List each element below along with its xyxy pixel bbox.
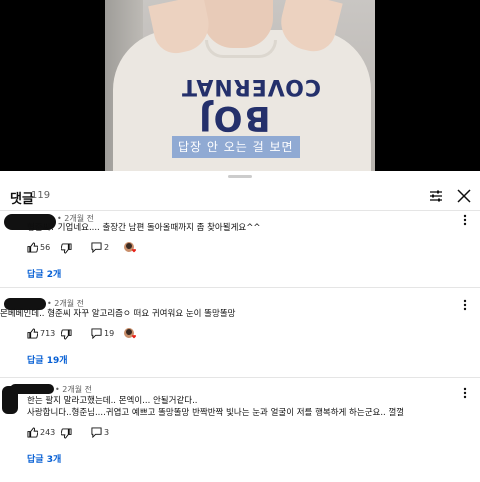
view-replies-button[interactable]: 답글 3개	[27, 452, 61, 465]
dislike-icon[interactable]	[61, 426, 72, 440]
more-options-icon[interactable]	[462, 298, 468, 312]
like-count: 56	[40, 243, 51, 252]
reply-count: 3	[104, 428, 110, 437]
comment-divider	[0, 377, 480, 378]
comment-text: 사랑합니다..형준님....귀엽고 예쁘고 똘망똘망 반짝반짝 빛나는 눈과 얼…	[27, 408, 405, 418]
shirt-print-bottom: BOJ	[197, 98, 271, 138]
like-count: 713	[40, 329, 56, 338]
comment-text: 형준씨? 기업네요.... 출장간 남편 돌아올때까지 좀 찾아뵐게요^^	[27, 223, 261, 233]
like-count: 243	[40, 428, 56, 437]
reply-icon[interactable]	[91, 241, 102, 255]
video-player[interactable]: COVERNAT BOJ 답장 안 오는 걸 보면	[0, 0, 480, 171]
creator-heart-icon	[123, 241, 137, 255]
reply-count: 2	[104, 243, 110, 252]
comment-item: • 2개월 전 한는 팔지 말라고했는데.. 몬엑이... 안될거같다.. 사랑…	[0, 382, 480, 477]
redacted-author	[10, 384, 54, 394]
comments-header: 댓글 119	[0, 184, 480, 208]
reply-icon[interactable]	[91, 426, 102, 440]
shirt-print: COVERNAT BOJ	[175, 74, 321, 144]
comment-item: • 2개월 전 몬베베인데.. 형준씨 자꾸 알고리즘ㅇ 떠요 귀여워요 눈이 …	[0, 296, 480, 368]
shirt-print-top: COVERNAT	[181, 74, 321, 99]
like-icon[interactable]	[27, 327, 38, 341]
more-options-icon[interactable]	[462, 386, 468, 400]
close-icon[interactable]	[455, 187, 473, 205]
like-icon[interactable]	[27, 426, 38, 440]
video-subtitle: 답장 안 오는 걸 보면	[172, 136, 300, 158]
view-replies-button[interactable]: 답글 2개	[27, 267, 61, 280]
dislike-icon[interactable]	[61, 327, 72, 341]
reply-icon[interactable]	[91, 327, 102, 341]
creator-heart-icon	[123, 327, 137, 341]
like-icon[interactable]	[27, 241, 38, 255]
drag-handle[interactable]	[228, 175, 252, 178]
reply-count: 19	[104, 329, 115, 338]
more-options-icon[interactable]	[462, 213, 468, 227]
comment-divider	[0, 287, 480, 288]
comments-count: 119	[31, 190, 51, 201]
dislike-icon[interactable]	[61, 241, 72, 255]
filter-icon[interactable]	[428, 188, 444, 204]
view-replies-button[interactable]: 답글 19개	[27, 353, 68, 366]
comment-item: • 2개월 전 형준씨? 기업네요.... 출장간 남편 돌아올때까지 좀 찾아…	[0, 211, 480, 286]
neck-image	[203, 0, 273, 48]
comment-text: 몬베베인데.. 형준씨 자꾸 알고리즘ㅇ 떠요 귀여워요 눈이 똘망똘망	[0, 309, 236, 319]
